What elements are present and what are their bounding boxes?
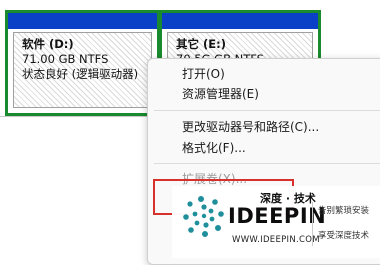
- partition-body: 软件 (D:) 71.00 GB NTFS 状态良好 (逻辑驱动器): [13, 32, 152, 108]
- ideepin-logo-icon: [183, 196, 224, 237]
- volume-d-partition[interactable]: 软件 (D:) 71.00 GB NTFS 状态良好 (逻辑驱动器): [5, 10, 160, 116]
- menu-item-format[interactable]: 格式化(F)...: [182, 139, 246, 157]
- menu-separator: [154, 110, 380, 111]
- watermark-divider: [312, 202, 313, 246]
- volume-title: 其它 (E:): [176, 37, 226, 51]
- watermark-tagline-1: 告别繁琐安装: [318, 206, 370, 216]
- menu-item-explorer[interactable]: 资源管理器(E): [182, 85, 259, 103]
- watermark: 深度 · 技术 IDEEPIN WWW.IDEEPIN.COM 告别繁琐安装 享…: [172, 186, 380, 258]
- partition-header-bar: [8, 13, 157, 29]
- volume-title: 软件 (D:): [22, 37, 74, 51]
- menu-item-open[interactable]: 打开(O): [182, 65, 225, 83]
- menu-separator: [154, 163, 380, 164]
- watermark-tagline-2: 享受深度技术: [318, 231, 370, 241]
- watermark-url: WWW.IDEEPIN.COM: [232, 235, 320, 245]
- volume-status: 状态良好 (逻辑驱动器): [22, 67, 139, 81]
- partition-header-bar: [162, 13, 318, 29]
- menu-item-change-drive-letter[interactable]: 更改驱动器号和路径(C)...: [182, 118, 319, 136]
- volume-size: 71.00 GB NTFS: [22, 52, 109, 66]
